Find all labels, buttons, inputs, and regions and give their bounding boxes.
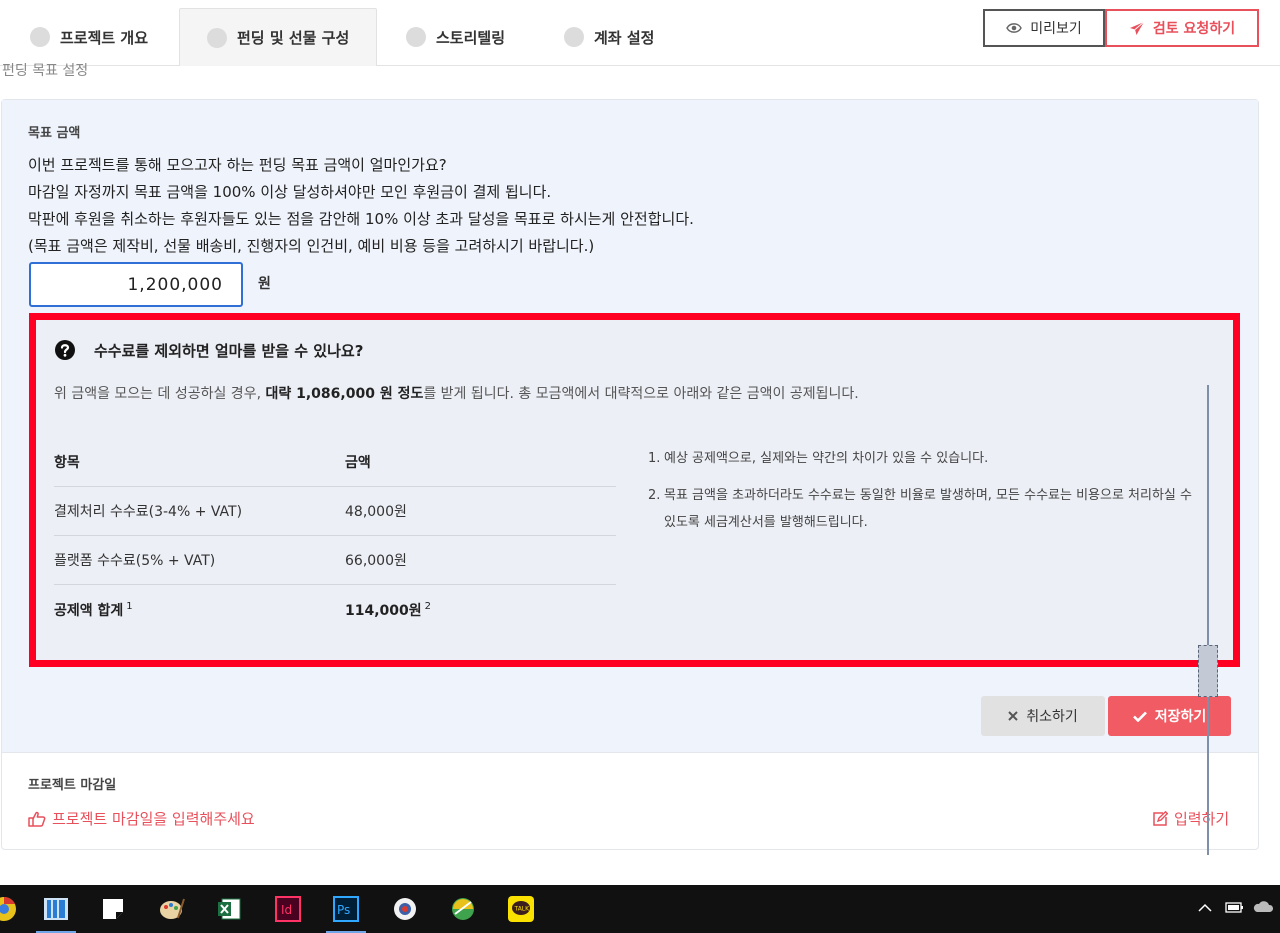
tab-label: 펀딩 및 선물 구성 <box>237 29 350 47</box>
note-item: 1. 예상 공제액으로, 실제와는 약간의 차이가 있을 수 있습니다. <box>648 451 989 466</box>
note-item: 2. 목표 금액을 초과하더라도 수수료는 동일한 비율로 발생하며, 모든 수… <box>648 488 1192 530</box>
close-icon <box>1008 711 1018 721</box>
photoshop-icon[interactable]: Ps <box>322 885 370 933</box>
sticky-notes-icon[interactable] <box>89 885 137 933</box>
eye-icon <box>1006 22 1023 34</box>
edit-icon <box>1152 810 1168 827</box>
enter-label: 입력하기 <box>1174 810 1230 828</box>
chrome-icon[interactable] <box>0 885 28 933</box>
cancel-button[interactable]: 취소하기 <box>981 696 1105 736</box>
fee-amount: 48,000원 <box>345 504 407 520</box>
tab-label: 스토리텔링 <box>436 28 506 47</box>
goal-description-line: 마감일 자정까지 목표 금액을 100% 이상 달성하셔야만 모인 후원금이 결… <box>28 183 552 201</box>
review-request-button[interactable]: 검토 요청하기 <box>1105 9 1259 47</box>
step-dot-icon <box>406 27 426 47</box>
chevron-up-icon[interactable] <box>1198 899 1212 918</box>
svg-text:Id: Id <box>281 903 292 917</box>
tab-label: 프로젝트 개요 <box>60 28 149 47</box>
step-dot-icon <box>207 27 227 48</box>
step-dot-icon <box>30 27 50 47</box>
enter-deadline-link[interactable]: 입력하기 <box>1152 808 1229 829</box>
top-navigation: 프로젝트 개요 펀딩 및 선물 구성 스토리텔링 계좌 설정 미리보기 검토 요… <box>0 0 1280 66</box>
table-row: 결제처리 수수료(3-4% + VAT) 48,000원 <box>54 487 616 536</box>
tab-funding-rewards[interactable]: 펀딩 및 선물 구성 <box>179 8 377 66</box>
table-header-row: 항목 금액 <box>54 438 616 487</box>
table-row: 플랫폼 수수료(5% + VAT) 66,000원 <box>54 536 616 585</box>
excel-icon[interactable] <box>205 885 253 933</box>
paper-plane-icon <box>1129 21 1145 36</box>
goal-amount-label: 목표 금액 <box>28 126 81 141</box>
goal-edit-panel: 목표 금액 이번 프로젝트를 통해 모으고자 하는 펀딩 목표 금액이 얼마인가… <box>2 100 1258 753</box>
overlay-guide-line <box>1207 385 1209 855</box>
preview-button[interactable]: 미리보기 <box>983 9 1105 47</box>
fee-box-summary: 위 금액을 모으는 데 성공하실 경우, 대략 1,086,000 원 정도를 … <box>54 386 859 402</box>
step-dot-icon <box>564 27 584 47</box>
total-amount: 114,000원 2 <box>345 600 432 619</box>
battery-icon[interactable] <box>1224 899 1244 918</box>
column-header: 항목 <box>54 455 80 471</box>
section-title: 펀딩 목표 설정 <box>2 63 89 79</box>
goal-amount-input[interactable] <box>29 262 243 307</box>
fee-notes: 1. 예상 공제액으로, 실제와는 약간의 차이가 있을 수 있습니다. 2. … <box>648 445 1208 546</box>
table-total-row: 공제액 합계 1 114,000원 2 <box>54 585 616 634</box>
indesign-icon[interactable]: Id <box>264 885 312 933</box>
cloud-icon[interactable] <box>1252 899 1274 918</box>
goal-description-line: (목표 금액은 제작비, 선물 배송비, 진행자의 인건비, 예비 비용 등을 … <box>28 237 595 255</box>
svg-text:TALK: TALK <box>514 906 531 913</box>
file-explorer-icon[interactable] <box>32 885 80 933</box>
save-button[interactable]: 저장하기 <box>1108 696 1231 736</box>
tab-account-settings[interactable]: 계좌 설정 <box>564 8 654 66</box>
kakaotalk-icon[interactable]: TALK <box>497 885 545 933</box>
deadline-prompt-link[interactable]: 프로젝트 마감일을 입력해주세요 <box>28 808 255 829</box>
preview-label: 미리보기 <box>1030 21 1082 37</box>
save-label: 저장하기 <box>1154 709 1207 725</box>
overlay-drag-handle[interactable] <box>1198 645 1218 697</box>
check-icon <box>1132 711 1147 722</box>
thumbs-up-icon <box>28 811 46 827</box>
column-header: 금액 <box>345 455 371 471</box>
fee-item: 결제처리 수수료(3-4% + VAT) <box>54 504 243 520</box>
tab-label: 계좌 설정 <box>594 28 655 47</box>
review-label: 검토 요청하기 <box>1152 21 1236 37</box>
fee-box-title: 수수료를 제외하면 얼마를 받을 수 있나요? <box>94 342 364 360</box>
fee-info-box: 수수료를 제외하면 얼마를 받을 수 있나요? 위 금액을 모으는 데 성공하실… <box>29 313 1240 667</box>
cancel-label: 취소하기 <box>1026 709 1078 725</box>
fee-table: 항목 금액 결제처리 수수료(3-4% + VAT) 48,000원 플랫폼 수… <box>54 438 616 634</box>
taskbar: Id Ps TALK <box>0 885 1280 933</box>
fee-item: 플랫폼 수수료(5% + VAT) <box>54 553 216 569</box>
total-item: 공제액 합계 1 <box>54 600 133 619</box>
tab-storytelling[interactable]: 스토리텔링 <box>406 8 505 66</box>
app-icon[interactable] <box>381 885 429 933</box>
fee-amount: 66,000원 <box>345 553 407 569</box>
svg-text:Ps: Ps <box>337 903 350 917</box>
paint-icon[interactable] <box>148 885 196 933</box>
deadline-label: 프로젝트 마감일 <box>28 778 117 793</box>
funding-goal-card: 목표 금액 이번 프로젝트를 통해 모으고자 하는 펀딩 목표 금액이 얼마인가… <box>1 99 1259 850</box>
currency-unit: 원 <box>258 276 271 292</box>
app-icon[interactable] <box>439 885 487 933</box>
goal-description-line: 이번 프로젝트를 통해 모으고자 하는 펀딩 목표 금액이 얼마인가요? <box>28 156 447 174</box>
deadline-prompt: 프로젝트 마감일을 입력해주세요 <box>52 810 255 828</box>
question-circle-icon <box>54 339 76 361</box>
tab-project-overview[interactable]: 프로젝트 개요 <box>30 8 148 66</box>
goal-description-line: 막판에 후원을 취소하는 후원자들도 있는 점을 감안해 10% 이상 초과 달… <box>28 210 694 228</box>
